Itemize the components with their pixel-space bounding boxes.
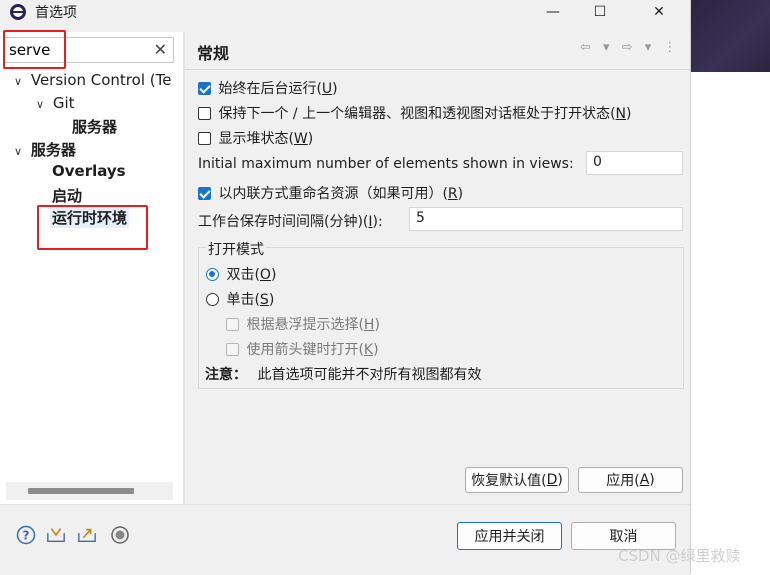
option-show-heap-status[interactable]: 显示堆状态(W) <box>198 128 313 148</box>
radio-single-click[interactable]: 单击(S) <box>206 289 274 309</box>
tree-item-overlays[interactable]: Overlays <box>52 162 126 180</box>
tree-scrollbar-thumb[interactable] <box>28 488 134 494</box>
save-interval-field[interactable]: 5 <box>409 207 683 231</box>
tree-item-git-server[interactable]: 服务器 <box>72 116 117 137</box>
option-rename-inline[interactable]: 以内联方式重命名资源（如果可用）(R) <box>198 183 463 203</box>
export-icon[interactable] <box>77 525 97 545</box>
tree-item-label: Version Control (Te <box>30 71 172 89</box>
maximize-button[interactable]: ☐ <box>577 0 623 24</box>
tree-item-label: 服务器 <box>30 141 76 159</box>
record-icon[interactable] <box>110 525 130 545</box>
tree-item-server[interactable]: ∨ 服务器 <box>14 139 76 160</box>
checkbox-disabled <box>226 343 239 356</box>
checkbox-checked[interactable] <box>198 82 211 95</box>
background-area <box>690 72 770 574</box>
radio-selected[interactable] <box>206 268 219 281</box>
option-open-with-arrow-keys: 使用箭头键时打开(K) <box>226 339 379 359</box>
checkbox-unchecked[interactable] <box>198 107 211 120</box>
expand-arrow-icon[interactable]: ∨ <box>36 98 44 111</box>
close-window-button[interactable]: ✕ <box>636 0 682 24</box>
minimize-button[interactable]: — <box>530 0 576 24</box>
checkbox-unchecked[interactable] <box>198 132 211 145</box>
tree-item-version-control[interactable]: ∨ Version Control (Te <box>14 71 171 89</box>
tree-item-label: Git <box>52 94 75 112</box>
background-wallpaper <box>690 0 770 72</box>
watermark: CSDN @绿里救赎 <box>618 547 741 565</box>
page-navigation-icons[interactable]: ⇦ ▾ ⇨ ▾ ⋮ <box>580 40 680 55</box>
annotation-highlight-search <box>3 30 66 69</box>
eclipse-app-icon <box>10 4 26 20</box>
open-mode-title: 打开模式 <box>206 239 266 259</box>
tree-item-launch[interactable]: 启动 <box>52 185 82 206</box>
expand-arrow-icon[interactable]: ∨ <box>14 145 22 158</box>
checkbox-checked[interactable] <box>198 187 211 200</box>
save-interval-label: 工作台保存时间间隔(分钟)(I): <box>198 214 383 230</box>
open-mode-note: 注意： 此首选项可能并不对所有视图都有效 <box>205 367 482 383</box>
clear-filter-icon[interactable]: ✕ <box>154 40 167 59</box>
tree-item-git[interactable]: ∨ Git <box>36 94 75 112</box>
window-title: 首选项 <box>35 5 77 21</box>
page-title: 常规 <box>197 44 230 63</box>
title-separator <box>185 69 690 70</box>
max-elements-label: Initial maximum number of elements shown… <box>198 156 574 172</box>
preference-tree-pane <box>0 32 183 504</box>
radio-unselected[interactable] <box>206 293 219 306</box>
option-select-on-hover: 根据悬浮提示选择(H) <box>226 314 380 334</box>
expand-arrow-icon[interactable]: ∨ <box>14 75 22 88</box>
import-icon[interactable] <box>46 525 66 545</box>
radio-double-click[interactable]: 双击(O) <box>206 264 276 284</box>
apply-and-close-button[interactable]: 应用并关闭 <box>457 522 562 550</box>
restore-defaults-button[interactable]: 恢复默认值(D) <box>465 467 569 493</box>
option-run-in-background[interactable]: 始终在后台运行(U) <box>198 78 338 98</box>
annotation-highlight-runtime <box>37 205 148 250</box>
option-keep-next-prev-dialog[interactable]: 保持下一个 / 上一个编辑器、视图和透视图对话框处于打开状态(N) <box>198 103 631 123</box>
checkbox-disabled <box>226 318 239 331</box>
help-icon[interactable]: ? <box>16 525 36 545</box>
max-elements-field[interactable]: 0 <box>586 151 683 175</box>
apply-button[interactable]: 应用(A) <box>578 467 683 493</box>
svg-text:?: ? <box>23 529 30 543</box>
